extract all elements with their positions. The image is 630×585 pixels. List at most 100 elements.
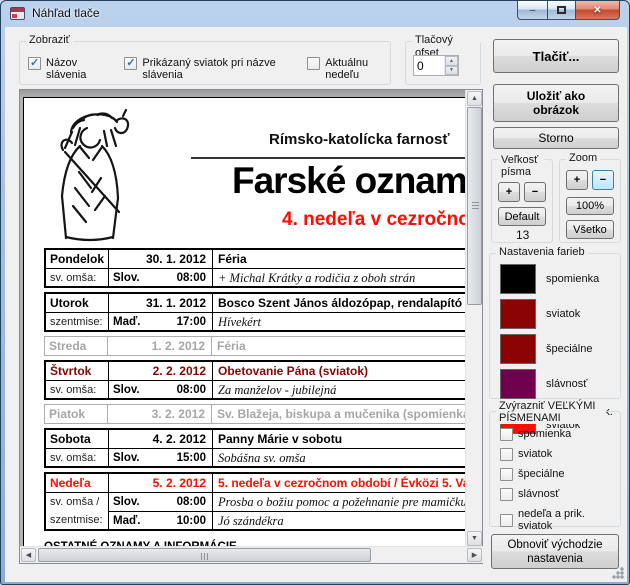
checkbox-box[interactable]: ✓	[307, 57, 320, 70]
checkbox-box[interactable]: ✓	[124, 57, 137, 70]
spinner-down-icon[interactable]: ▼	[445, 66, 458, 76]
print-offset-spinner[interactable]: ▲ ▼	[413, 55, 459, 76]
day-title: Sv. Blažeja, biskupa a mučenika (spomien…	[211, 405, 466, 423]
zoom-in-button[interactable]: +	[566, 170, 588, 190]
checkbox-box[interactable]: ✓	[500, 514, 513, 527]
mass-language: Slov.	[113, 269, 140, 286]
font-size-decrease-button[interactable]: −	[524, 182, 546, 202]
checkbox-current-sunday[interactable]: ✓ Aktuálnu nedeľu	[307, 57, 390, 81]
day-date: 31. 1. 2012	[108, 294, 212, 312]
mass-language: Maď.	[113, 512, 140, 529]
color-label: špeciálne	[546, 343, 592, 356]
display-options-label: Zobraziť	[26, 34, 73, 47]
print-offset-input[interactable]	[414, 56, 444, 75]
uppercase-checkbox-sviatok[interactable]: ✓ sviatok	[500, 448, 596, 461]
horizontal-scrollbar[interactable]: ◀ ▶	[20, 546, 483, 563]
checkbox-label: Aktuálnu nedeľu	[325, 57, 390, 81]
schedule-table: Pondelok 30. 1. 2012 Féria sv. omša: Slo…	[44, 248, 466, 535]
color-settings-group: Nastavenia farieb spomienka sviatok špec…	[489, 253, 621, 399]
schedule-day-saturday: Sobota 4. 2. 2012 Panny Márie v sobotu s…	[44, 428, 466, 468]
spinner-up-icon[interactable]: ▲	[445, 56, 458, 66]
mass-time: 10:00	[177, 512, 206, 529]
save-as-image-button[interactable]: Uložiť ako obrázok	[493, 84, 619, 122]
uppercase-checkbox-spomienka[interactable]: ✓ spomienka	[500, 428, 596, 441]
checkbox-label: sviatok	[518, 448, 552, 460]
mass-intention: Sobášna sv. omša	[212, 449, 466, 466]
color-row-sviatok: sviatok	[500, 299, 616, 329]
zoom-100-button[interactable]: 100%	[566, 197, 614, 215]
uppercase-label: Zvýrazniť VEĽKÝMI PÍSMENAMI	[496, 400, 606, 424]
color-swatch-sviatok[interactable]	[500, 299, 536, 329]
scroll-down-icon[interactable]: ▼	[467, 531, 482, 546]
uppercase-checkbox-slavnost[interactable]: ✓ slávnosť	[500, 488, 596, 501]
color-label: spomienka	[546, 273, 599, 286]
mass-label: sv. omša:	[46, 449, 108, 466]
checkbox-box[interactable]: ✓	[500, 468, 513, 481]
scroll-right-icon[interactable]: ▶	[467, 548, 482, 562]
color-swatch-slavnost[interactable]	[500, 369, 536, 399]
titlebar[interactable]: Náhľad tlače – ✕	[1, 1, 629, 27]
font-size-default-button[interactable]: Default	[498, 207, 546, 226]
zoom-fit-all-button[interactable]: Všetko	[566, 220, 614, 239]
day-date: 5. 2. 2012	[108, 474, 212, 492]
color-label: slávnosť	[546, 378, 587, 391]
client-area: Zobraziť ✓ Názov slávenia ✓ Prikázaný sv…	[5, 27, 627, 582]
day-name: Štvrtok	[46, 362, 108, 380]
window-title: Náhľad tlače	[32, 6, 100, 20]
checkbox-label: spomienka	[518, 428, 571, 440]
horizontal-scroll-thumb[interactable]	[38, 548, 371, 562]
uppercase-checkbox-nedela[interactable]: ✓ nedeľa a prik. sviatok	[500, 508, 596, 532]
close-button[interactable]: ✕	[575, 1, 620, 20]
print-offset-group: Tlačový ofset ▲ ▼	[405, 41, 481, 85]
font-size-value: 13	[516, 228, 529, 242]
checkbox-celebration-name[interactable]: ✓ Názov slávenia	[28, 57, 106, 81]
checkbox-label: Názov slávenia	[46, 57, 106, 81]
zoom-out-button[interactable]: −	[592, 170, 614, 190]
font-size-increase-button[interactable]: +	[498, 182, 520, 202]
cancel-button[interactable]: Storno	[493, 127, 619, 149]
scroll-up-icon[interactable]: ▲	[467, 91, 482, 106]
checkbox-box[interactable]: ✓	[500, 448, 513, 461]
uppercase-checkbox-specialne[interactable]: ✓ špeciálne	[500, 468, 596, 481]
day-name: Streda	[45, 337, 107, 355]
mass-intention: + Michal Krátky a rodičia z oboh strán	[212, 269, 466, 286]
app-window-icon	[10, 7, 25, 20]
checkbox-box[interactable]: ✓	[28, 57, 41, 70]
minimize-button[interactable]: –	[517, 1, 547, 20]
color-label: sviatok	[546, 308, 580, 321]
color-swatch-specialne[interactable]	[500, 334, 536, 364]
mass-time: 08:00	[177, 381, 206, 398]
day-title: Obetovanie Pána (sviatok)	[212, 362, 466, 380]
mass-label: szentmise:	[46, 313, 108, 330]
day-title: Panny Márie v sobotu	[212, 430, 466, 448]
schedule-day-wednesday: Streda 1. 2. 2012 Féria	[44, 336, 466, 356]
schedule-day-thursday: Štvrtok 2. 2. 2012 Obetovanie Pána (svia…	[44, 360, 466, 400]
mass-time: 08:00	[177, 269, 206, 286]
day-date: 2. 2. 2012	[108, 362, 212, 380]
print-preview-window: Náhľad tlače – ✕ Zobraziť ✓ Názov sláven…	[0, 0, 630, 585]
schedule-day-tuesday: Utorok 31. 1. 2012 Bosco Szent János áld…	[44, 292, 466, 332]
font-size-group: Veľkosť písma + − Default 13	[491, 159, 553, 243]
mass-intention: Prosba o božiu pomoc a požehnanie pre ma…	[212, 493, 466, 511]
mass-language: Slov.	[113, 493, 140, 511]
reset-defaults-button[interactable]: Obnoviť východzie nastavenia	[491, 534, 619, 569]
display-options-group: Zobraziť ✓ Názov slávenia ✓ Prikázaný sv…	[19, 41, 391, 85]
print-button[interactable]: Tlačiť...	[493, 39, 619, 73]
parish-header: Rímsko-katolícka farnosť	[269, 131, 450, 148]
resize-grip[interactable]	[612, 567, 624, 579]
scroll-left-icon[interactable]: ◀	[21, 548, 36, 562]
vertical-scrollbar[interactable]: ▲ ▼	[465, 90, 482, 547]
mass-label: sv. omša:	[46, 381, 108, 398]
mass-language: Slov.	[113, 381, 140, 398]
vertical-scroll-thumb[interactable]	[467, 107, 482, 305]
schedule-day-friday: Piatok 3. 2. 2012 Sv. Blažeja, biskupa a…	[44, 404, 466, 424]
schedule-day-monday: Pondelok 30. 1. 2012 Féria sv. omša: Slo…	[44, 248, 466, 288]
color-swatch-spomienka[interactable]	[500, 264, 536, 294]
day-title: Féria	[211, 337, 466, 355]
header-rule	[191, 157, 466, 159]
checkbox-obligatory-feast[interactable]: ✓ Prikázaný sviatok pri názve slávenia	[124, 57, 289, 81]
checkbox-box[interactable]: ✓	[500, 428, 513, 441]
maximize-button[interactable]	[547, 1, 575, 20]
color-settings-label: Nastavenia farieb	[496, 246, 588, 259]
checkbox-box[interactable]: ✓	[500, 488, 513, 501]
